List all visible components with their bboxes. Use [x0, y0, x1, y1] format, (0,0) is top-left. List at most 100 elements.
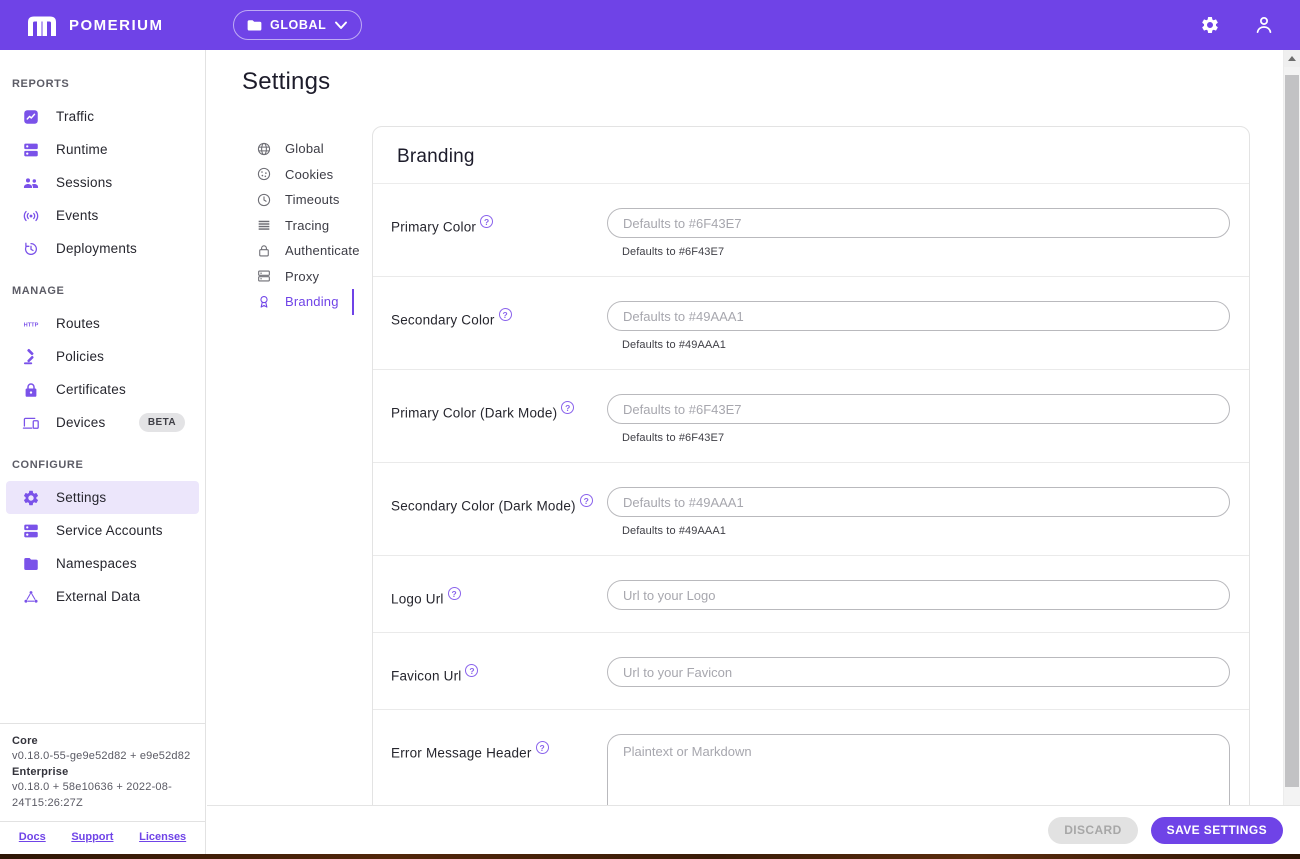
- help-icon[interactable]: ?: [561, 401, 575, 414]
- certificates-lock-icon: [22, 381, 40, 399]
- sidebar-item-deployments[interactable]: Deployments: [6, 232, 199, 265]
- scrollbar-thumb[interactable]: [1285, 75, 1299, 787]
- runtime-server-icon: [22, 141, 40, 159]
- field-row-primary-color-dark: Primary Color (Dark Mode)? Defaults to #…: [373, 370, 1249, 463]
- subnav-label: Cookies: [285, 166, 334, 182]
- help-icon[interactable]: ?: [480, 215, 494, 228]
- sidebar-item-sessions[interactable]: Sessions: [6, 166, 199, 199]
- docs-link[interactable]: Docs: [19, 831, 46, 843]
- sidebar-item-events[interactable]: Events: [6, 199, 199, 232]
- sidebar-item-label: Certificates: [56, 382, 126, 397]
- sidebar-item-label: Routes: [56, 316, 100, 331]
- events-broadcast-icon: [22, 207, 40, 225]
- field-label: Favicon Url: [391, 668, 462, 684]
- subnav-item-global[interactable]: Global: [256, 136, 372, 162]
- help-icon[interactable]: ?: [535, 741, 549, 754]
- action-bar: DISCARD SAVE SETTINGS: [207, 805, 1300, 854]
- sidebar-nav: REPORTS Traffic Runtime Sessions Events …: [0, 50, 205, 723]
- subnav-item-authenticate[interactable]: Authenticate: [256, 238, 372, 264]
- sidebar-item-label: Settings: [56, 490, 107, 505]
- deployments-history-icon: [22, 240, 40, 258]
- subnav-item-cookies[interactable]: Cookies: [256, 162, 372, 188]
- field-row-favicon-url: Favicon Url?: [373, 633, 1249, 710]
- section-title-manage: MANAGE: [12, 285, 65, 297]
- discard-button[interactable]: DISCARD: [1048, 816, 1138, 844]
- subnav-label: Tracing: [285, 217, 330, 233]
- sidebar-item-label: Service Accounts: [56, 523, 163, 538]
- error-message-header-input[interactable]: [607, 734, 1230, 805]
- primary-color-dark-input[interactable]: [607, 394, 1230, 424]
- sidebar: REPORTS Traffic Runtime Sessions Events …: [0, 50, 206, 854]
- field-label: Logo Url: [391, 591, 444, 607]
- sidebar-item-label: Events: [56, 208, 99, 223]
- sidebar-item-label: Sessions: [56, 175, 113, 190]
- field-row-error-message-header: Error Message Header? Can contain plain …: [373, 710, 1249, 805]
- favicon-url-input[interactable]: [607, 657, 1230, 687]
- folder-icon: [247, 19, 262, 32]
- subnav-item-branding[interactable]: Branding: [256, 289, 372, 315]
- sidebar-item-traffic[interactable]: Traffic: [6, 100, 199, 133]
- ribbon-badge-icon: [256, 294, 272, 310]
- vertical-scrollbar[interactable]: [1283, 50, 1300, 805]
- routes-http-icon: HTTP: [22, 315, 40, 333]
- namespace-selector[interactable]: GLOBAL: [233, 10, 363, 40]
- subnav-label: Global: [285, 141, 324, 157]
- version-info: Core v0.18.0-55-ge9e52d82 + e9e52d82 Ent…: [0, 723, 205, 821]
- footer-links: Docs Support Licenses: [0, 821, 205, 854]
- helper-text: Defaults to #49AAA1: [622, 339, 727, 351]
- licenses-link[interactable]: Licenses: [139, 831, 186, 843]
- sidebar-item-label: Devices: [56, 415, 106, 430]
- subnav-item-tracing[interactable]: Tracing: [256, 213, 372, 239]
- sidebar-item-namespaces[interactable]: Namespaces: [6, 547, 199, 580]
- primary-color-input[interactable]: [607, 208, 1230, 238]
- field-row-secondary-color-dark: Secondary Color (Dark Mode)? Defaults to…: [373, 463, 1249, 556]
- core-version-label: Core: [12, 735, 38, 748]
- sidebar-item-certificates[interactable]: Certificates: [6, 373, 199, 406]
- help-icon[interactable]: ?: [465, 664, 479, 677]
- sidebar-item-devices[interactable]: Devices BETA: [6, 406, 199, 439]
- sidebar-item-label: External Data: [56, 589, 141, 604]
- page-title: Settings: [242, 68, 331, 95]
- traffic-chart-icon: [22, 108, 40, 126]
- enterprise-version-value: v0.18.0 + 58e10636 + 2022-08-24T15:26:27…: [12, 781, 172, 809]
- subnav-label: Branding: [285, 294, 339, 310]
- helper-text: Defaults to #6F43E7: [622, 246, 725, 258]
- subnav-item-proxy[interactable]: Proxy: [256, 264, 372, 290]
- enterprise-version-label: Enterprise: [12, 765, 69, 778]
- card-header: Branding: [373, 127, 1249, 184]
- beta-badge: BETA: [138, 413, 185, 432]
- sidebar-item-routes[interactable]: HTTP Routes: [6, 307, 199, 340]
- save-settings-button[interactable]: SAVE SETTINGS: [1150, 816, 1283, 844]
- help-icon[interactable]: ?: [498, 308, 512, 321]
- settings-gear-icon: [22, 489, 40, 507]
- field-label: Secondary Color: [391, 312, 495, 328]
- scroll-up-arrow-icon[interactable]: [1284, 50, 1300, 67]
- sidebar-item-service-accounts[interactable]: Service Accounts: [6, 514, 199, 547]
- sidebar-item-settings[interactable]: Settings: [6, 481, 199, 514]
- subnav-item-timeouts[interactable]: Timeouts: [256, 187, 372, 213]
- policies-gavel-icon: [22, 348, 40, 366]
- topbar-actions: [1198, 0, 1276, 50]
- sidebar-item-policies[interactable]: Policies: [6, 340, 199, 373]
- sidebar-item-label: Namespaces: [56, 556, 137, 571]
- chevron-down-icon: [334, 21, 348, 30]
- field-label: Primary Color (Dark Mode): [391, 405, 558, 421]
- tracing-lines-icon: [256, 217, 272, 233]
- sidebar-item-external-data[interactable]: External Data: [6, 580, 199, 613]
- sidebar-item-label: Traffic: [56, 109, 95, 124]
- sidebar-item-label: Policies: [56, 349, 105, 364]
- field-row-secondary-color: Secondary Color? Defaults to #49AAA1: [373, 277, 1249, 370]
- admin-settings-gear-icon[interactable]: [1198, 13, 1222, 37]
- field-label: Secondary Color (Dark Mode): [391, 498, 576, 514]
- secondary-color-dark-input[interactable]: [607, 487, 1230, 517]
- main-area: Settings Global Cookies Timeouts Tracing…: [207, 50, 1300, 854]
- logo-url-input[interactable]: [607, 580, 1230, 610]
- help-icon[interactable]: ?: [447, 587, 461, 600]
- secondary-color-input[interactable]: [607, 301, 1230, 331]
- proxy-server-icon: [256, 268, 272, 284]
- help-icon[interactable]: ?: [579, 494, 593, 507]
- sidebar-item-runtime[interactable]: Runtime: [6, 133, 199, 166]
- user-account-icon[interactable]: [1252, 13, 1276, 37]
- core-version-value: v0.18.0-55-ge9e52d82 + e9e52d82: [12, 750, 191, 763]
- support-link[interactable]: Support: [71, 831, 113, 843]
